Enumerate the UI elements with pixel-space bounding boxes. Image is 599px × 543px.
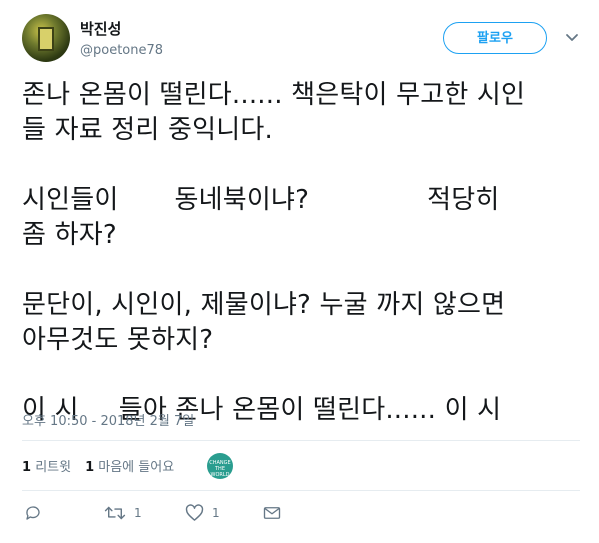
heart-icon bbox=[185, 504, 204, 521]
envelope-icon bbox=[263, 507, 281, 519]
like-button[interactable]: 1 bbox=[185, 500, 220, 526]
tweet-fragment: 적당히 bbox=[427, 185, 500, 215]
retweet-count: 1 bbox=[22, 460, 32, 475]
tweet-fragment: 동네북이냐? bbox=[174, 185, 310, 215]
tweet-text: 존나 온몸이 떨린다...... 책은탁이 무고한 시인 들 자료 정리 중익니… bbox=[22, 78, 582, 428]
divider bbox=[22, 490, 580, 491]
retweet-label: 리트윗 bbox=[35, 460, 72, 475]
retweet-icon bbox=[104, 506, 126, 520]
retweet-stat[interactable]: 1 리트윗 bbox=[22, 456, 71, 475]
like-count: 1 bbox=[85, 460, 95, 475]
follow-button[interactable]: 팔로우 bbox=[443, 22, 547, 54]
like-stat[interactable]: 1 마음에 들어요 bbox=[85, 456, 174, 475]
user-handle[interactable]: @poetone78 bbox=[80, 43, 163, 58]
tweet-line: 존나 온몸이 떨린다...... 책은탁이 무고한 시인 bbox=[22, 80, 526, 110]
direct-message-button[interactable] bbox=[263, 500, 281, 526]
chevron-down-icon[interactable] bbox=[565, 33, 579, 43]
like-action-count: 1 bbox=[212, 506, 220, 520]
like-label: 마음에 들어요 bbox=[98, 460, 175, 475]
divider bbox=[22, 440, 580, 441]
display-name[interactable]: 박진성 bbox=[80, 18, 121, 39]
tweet-line: 아무것도 못하지? bbox=[22, 325, 214, 355]
tweet-fragment: 시인들이 bbox=[22, 185, 119, 215]
liker-avatar[interactable]: CHANGE THE WORLD bbox=[207, 453, 233, 479]
tweet-line: 좀 하자? bbox=[22, 220, 117, 250]
tweet-line: 시인들이 동네북이냐? 적당히 bbox=[22, 183, 582, 218]
avatar-image bbox=[38, 27, 54, 51]
reply-button[interactable] bbox=[24, 500, 42, 526]
retweet-action-count: 1 bbox=[134, 506, 142, 520]
liker-avatar-text: CHANGE THE WORLD bbox=[209, 460, 231, 478]
tweet-line: 들 자료 정리 중익니다. bbox=[22, 115, 273, 145]
tweet-timestamp[interactable]: 오후 10:50 - 2018년 2월 7일 bbox=[22, 410, 194, 429]
retweet-button[interactable]: 1 bbox=[104, 500, 142, 526]
avatar[interactable] bbox=[22, 14, 70, 62]
tweet-stats: 1 리트윗 1 마음에 들어요 bbox=[22, 456, 188, 475]
tweet-line: 문단이, 시인이, 제물이냐? 누굴 까지 않으면 bbox=[22, 290, 506, 320]
reply-icon bbox=[26, 506, 40, 520]
tweet-actions: 1 1 bbox=[0, 500, 599, 530]
